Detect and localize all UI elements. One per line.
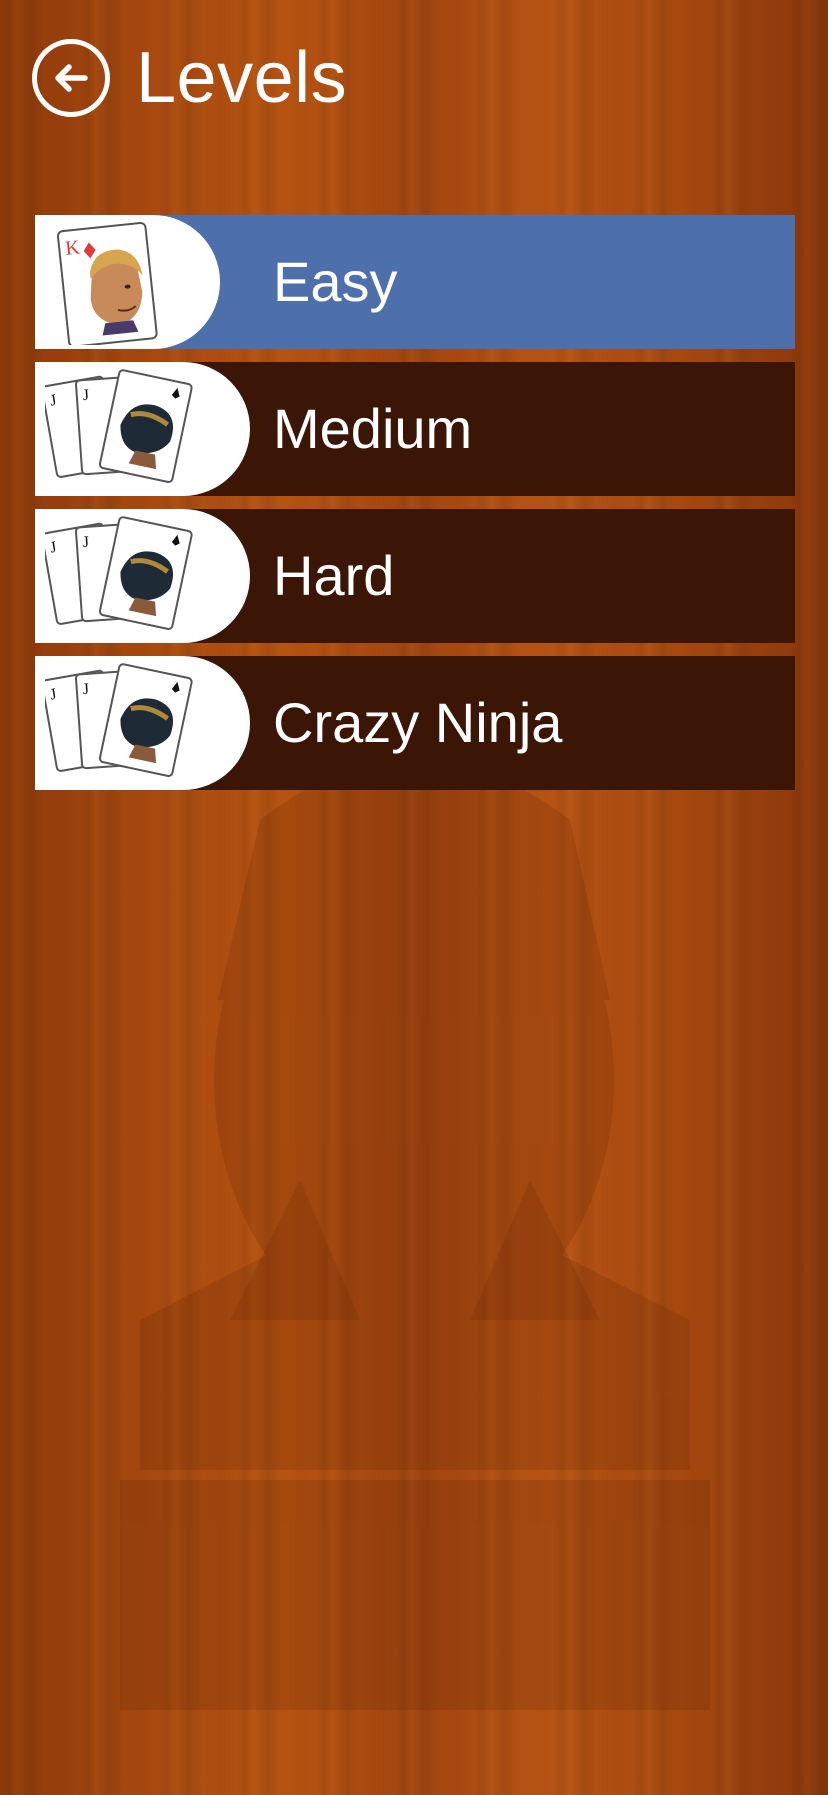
svg-text:J: J xyxy=(82,387,89,404)
header: Levels xyxy=(32,36,347,120)
level-easy-button[interactable]: K Easy xyxy=(35,215,795,349)
level-label: Easy xyxy=(273,250,398,313)
card-badge: K xyxy=(35,215,220,349)
king-of-diamonds-card-icon: K xyxy=(56,221,158,345)
back-button[interactable] xyxy=(32,39,110,117)
level-medium-button[interactable]: J J Medium xyxy=(35,362,795,496)
card-badge: J J xyxy=(35,362,250,496)
ninja-cards-stack-icon: J J xyxy=(45,516,193,630)
level-crazy-ninja-button[interactable]: J J Crazy Ninja xyxy=(35,656,795,790)
ninja-cards-stack-icon: J J xyxy=(45,663,193,777)
level-label: Hard xyxy=(273,544,395,607)
level-list: K Easy J J Medium J J Hard J J Crazy Nin… xyxy=(35,215,795,803)
svg-text:J: J xyxy=(82,534,89,551)
card-badge: J J xyxy=(35,656,250,790)
level-label: Crazy Ninja xyxy=(273,691,563,754)
card-badge: J J xyxy=(35,509,250,643)
page-title: Levels xyxy=(136,38,348,118)
level-label: Medium xyxy=(273,397,473,460)
level-hard-button[interactable]: J J Hard xyxy=(35,509,795,643)
arrow-left-circle-icon xyxy=(55,64,88,92)
card-rank-text: K xyxy=(64,236,81,259)
ninja-cards-stack-icon: J J xyxy=(45,369,193,483)
svg-text:J: J xyxy=(82,681,89,698)
